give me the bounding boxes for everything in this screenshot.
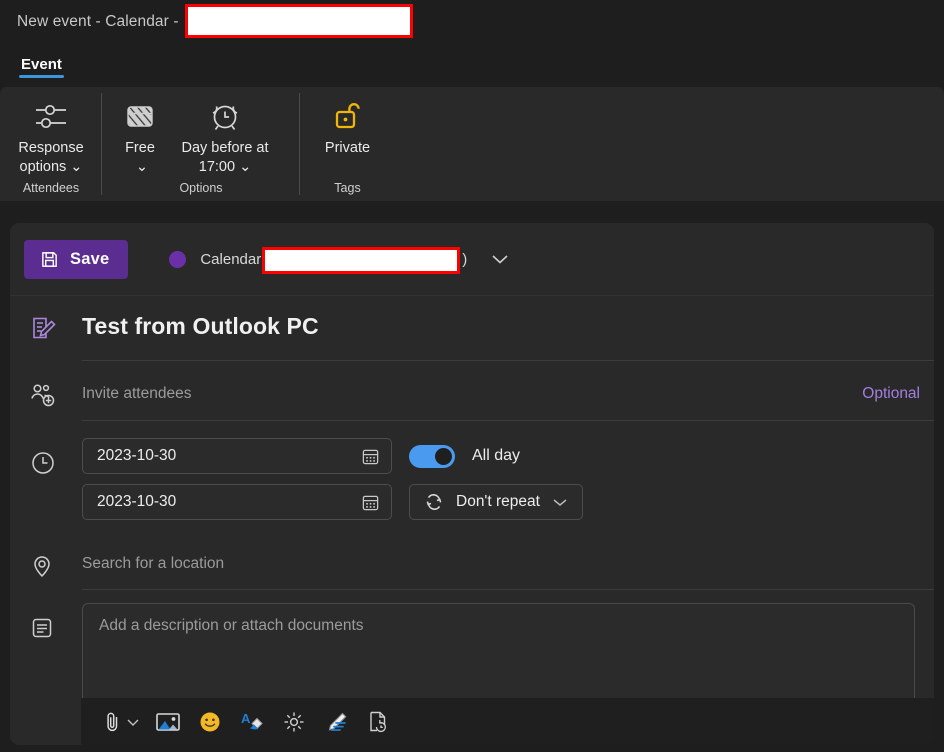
end-row: 2023-10-30 Don't repeat [82, 484, 920, 520]
repeat-icon [423, 492, 445, 512]
event-title-row: Test from Outlook PC [10, 296, 934, 364]
datetime-row: 2023-10-30 All day 2023-10-30 Don't repe… [10, 426, 934, 530]
description-icon-wrap [30, 603, 82, 640]
free-busy-icon [122, 96, 158, 136]
window-title-bar: New event - Calendar - [0, 0, 944, 44]
emoji-icon [198, 710, 222, 734]
ribbon-commands: Response options ⌄ Attendees Free ⌄ Day … [0, 87, 944, 201]
datetime-fields: 2023-10-30 All day 2023-10-30 Don't repe… [82, 438, 934, 530]
add-person-icon [30, 383, 58, 409]
all-day-label: All day [472, 447, 521, 464]
all-day-toggle-knob [435, 447, 452, 465]
chevron-down-icon [551, 496, 569, 508]
ribbon-button-response-options-label: Response options ⌄ [18, 140, 84, 175]
ink-pen-icon [322, 710, 350, 734]
window-title-text: New event - Calendar - [17, 13, 179, 30]
draw-button[interactable] [315, 702, 357, 742]
calendar-paren: ) [462, 250, 468, 268]
chevron-down-icon: ⌄ [135, 159, 149, 175]
unlock-padlock-icon [330, 96, 364, 136]
calendar-picker-icon[interactable] [361, 493, 380, 512]
calendar-picker-chevron-down-icon[interactable] [489, 252, 511, 266]
form-action-bar: Save Calendar ) [10, 223, 934, 296]
ribbon-button-reminder-label: Day before at 17:00 ⌄ [181, 140, 269, 175]
save-disk-icon [40, 250, 59, 269]
location-placeholder: Search for a location [82, 555, 225, 572]
chevron-down-icon [126, 716, 140, 728]
event-form-card: Save Calendar ) Test from Outlook PC Inv… [10, 223, 934, 745]
insert-picture-button[interactable] [147, 702, 189, 742]
attach-file-button[interactable] [95, 702, 147, 742]
chevron-down-icon: ⌄ [70, 159, 83, 175]
chevron-down-icon: ⌄ [239, 159, 252, 175]
ribbon-group-attendees: Response options ⌄ Attendees [0, 87, 102, 201]
repeat-label: Don't repeat [456, 493, 540, 510]
event-title-field[interactable]: Test from Outlook PC [82, 299, 934, 361]
redacted-calendar-account [262, 246, 461, 274]
document-history-button[interactable] [357, 702, 399, 742]
tab-active-underline [19, 75, 64, 78]
clock-icon [30, 450, 56, 476]
ribbon-tab-strip: Event [0, 44, 944, 78]
format-painter-button[interactable]: A [231, 702, 273, 742]
location-icon-wrap [30, 552, 82, 580]
ribbon-button-response-options[interactable]: Response options ⌄ [0, 96, 102, 177]
ribbon-group-label-options: Options [179, 181, 223, 195]
ribbon-group-tags: Private Tags [300, 87, 395, 201]
location-field[interactable]: Search for a location [82, 542, 934, 590]
notes-icon [30, 616, 54, 640]
document-history-icon [366, 710, 390, 734]
event-title-value: Test from Outlook PC [82, 313, 319, 339]
description-placeholder: Add a description or attach documents [99, 617, 364, 634]
optional-attendees-link[interactable]: Optional [862, 385, 920, 403]
dictate-button[interactable] [273, 702, 315, 742]
end-date-value: 2023-10-30 [97, 493, 177, 510]
ribbon-area: Event Response options ⌄ Attendees Free … [0, 44, 944, 201]
end-date-input[interactable]: 2023-10-30 [82, 484, 392, 520]
ribbon-group-label-tags: Tags [334, 181, 361, 195]
insert-picture-icon [155, 711, 181, 733]
attendees-field[interactable]: Invite attendees Optional [82, 369, 934, 421]
format-painter-icon: A [239, 710, 265, 734]
ribbon-button-free-label: Free ⌄ [125, 140, 155, 175]
start-date-value: 2023-10-30 [97, 447, 177, 464]
ribbon-button-free[interactable]: Free ⌄ [116, 96, 164, 177]
description-toolbar: A [81, 698, 934, 745]
ribbon-button-private-label: Private [324, 140, 371, 156]
start-date-input[interactable]: 2023-10-30 [82, 438, 392, 474]
attendees-icon-wrap [30, 381, 82, 409]
ribbon-button-reminder[interactable]: Day before at 17:00 ⌄ [164, 96, 286, 177]
map-pin-icon [30, 554, 54, 580]
calendar-picker-icon[interactable] [361, 447, 380, 466]
attendees-placeholder: Invite attendees [82, 385, 192, 402]
tab-event-label: Event [21, 56, 62, 73]
alarm-clock-icon [206, 96, 244, 136]
all-day-toggle[interactable] [409, 444, 455, 468]
attach-file-icon [103, 710, 123, 734]
event-title-icon-wrap [30, 316, 82, 344]
svg-text:A: A [241, 711, 251, 726]
response-options-icon [31, 96, 71, 136]
tab-event[interactable]: Event [17, 56, 66, 78]
save-button-label: Save [70, 249, 110, 268]
calendar-name-label: Calendar [200, 250, 262, 268]
outlook-new-event-window: New event - Calendar - Event Response op… [0, 0, 944, 752]
start-row: 2023-10-30 All day [82, 438, 920, 474]
dictate-icon [282, 710, 306, 734]
repeat-dropdown[interactable]: Don't repeat [409, 484, 583, 520]
location-row: Search for a location [10, 538, 934, 594]
datetime-icon-wrap [30, 438, 82, 476]
ribbon-group-options: Free ⌄ Day before at 17:00 ⌄ Options [102, 87, 300, 201]
calendar-color-dot [169, 250, 187, 268]
ribbon-button-private[interactable]: Private [315, 96, 380, 158]
edit-note-icon [30, 316, 58, 344]
save-button[interactable]: Save [24, 239, 129, 279]
ribbon-group-label-attendees: Attendees [22, 181, 80, 195]
attendees-row: Invite attendees Optional [10, 364, 934, 426]
redacted-account-name-title [184, 4, 413, 38]
emoji-button[interactable] [189, 702, 231, 742]
